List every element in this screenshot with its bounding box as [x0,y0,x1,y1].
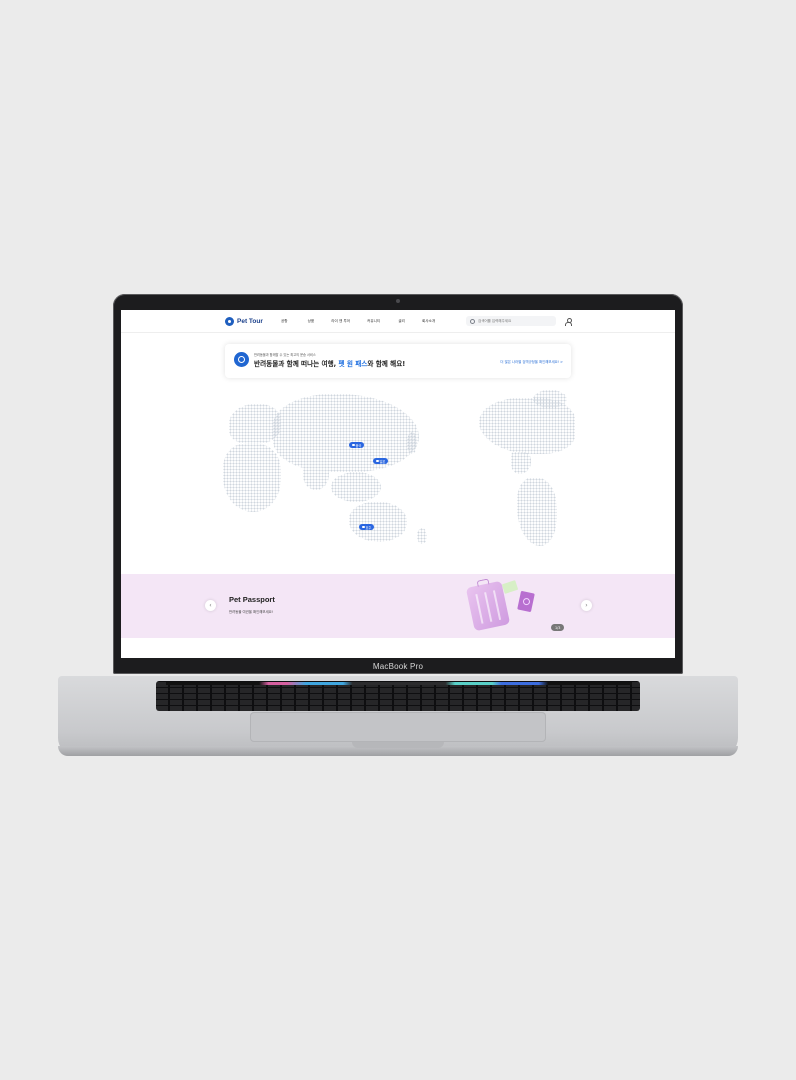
world-map: 중국 일본 호주 [221,390,577,550]
nav-item-airport[interactable]: 공항 [281,319,288,324]
map-southeast-asia [331,472,381,502]
search-input[interactable] [478,319,548,323]
pet-passport-carousel: ‹ Pet Passport 반려동물 여권을 확인해보세요! 1/3 › [121,574,675,638]
lid-notch [352,742,444,748]
search-icon [470,318,475,324]
device-label: MacBook Pro [372,662,424,671]
map-north-america [479,398,575,454]
main-nav: 공항 상품 라이 앤 투어 커뮤니티 굴리 회사소개 [281,319,435,324]
map-central-america [511,452,531,474]
map-india [303,460,329,490]
map-south-america [517,478,557,546]
map-japan [407,432,417,454]
map-pin-japan[interactable]: 일본 [373,458,389,464]
chevron-right-icon: › [585,601,588,609]
carousel-next-button[interactable]: › [581,600,592,611]
search-box[interactable] [466,316,556,326]
carousel-prev-button[interactable]: ‹ [205,600,216,611]
nav-item-products[interactable]: 상품 [308,319,315,324]
touch-bar [166,682,632,685]
banner-subtitle: 반려동물과 함께할 수 있는 최고의 운송 서비스 [254,353,316,357]
paw-icon [352,443,355,447]
hero-banner: 반려동물과 함께할 수 있는 최고의 운송 서비스 반려동물과 함께 떠나는 여… [225,344,571,378]
promo-subtitle: 반려동물 여권을 확인해보세요! [229,610,274,614]
logo-text: Pet Tour [237,318,263,325]
nav-item-ride-tour[interactable]: 라이 앤 투어 [331,319,350,324]
logo[interactable]: Pet Tour [225,317,263,326]
passport-illustration [517,590,535,613]
map-new-zealand [417,528,427,544]
carousel-pager: 1/3 [551,624,565,631]
logo-icon [225,317,234,326]
map-pin-china[interactable]: 중국 [349,442,365,448]
nav-item-about[interactable]: 회사소개 [422,319,435,324]
nav-item-community[interactable]: 커뮤니티 [367,319,380,324]
keyboard [156,681,640,711]
ticket-illustration [501,580,519,594]
laptop-screen: Pet Tour 공항 상품 라이 앤 투어 커뮤니티 굴리 회사소개 반려동물… [121,310,675,658]
map-australia [349,502,407,542]
banner-title: 반려동물과 함께 떠나는 여행, 펫 원 패스와 함께 해요! [254,360,406,368]
trackpad [250,712,546,742]
globe-icon [234,352,249,367]
map-greenland [533,390,567,408]
site-header: Pet Tour 공항 상품 라이 앤 투어 커뮤니티 굴리 회사소개 [121,310,675,333]
chevron-left-icon: ‹ [209,601,212,609]
map-asia [273,394,419,472]
banner-title-highlight: 펫 원 패스 [338,360,368,368]
paw-icon [376,459,379,463]
promo-title: Pet Passport [229,595,275,604]
paw-icon [362,525,365,529]
map-pin-australia[interactable]: 호주 [359,524,375,530]
camera [396,299,400,303]
map-africa [223,444,281,512]
nav-item-guide[interactable]: 굴리 [398,319,405,324]
quarantine-rules-link[interactable]: 더 많은 나라별 검역규정을 확인해보세요! > [500,359,563,364]
user-icon[interactable] [565,318,572,326]
